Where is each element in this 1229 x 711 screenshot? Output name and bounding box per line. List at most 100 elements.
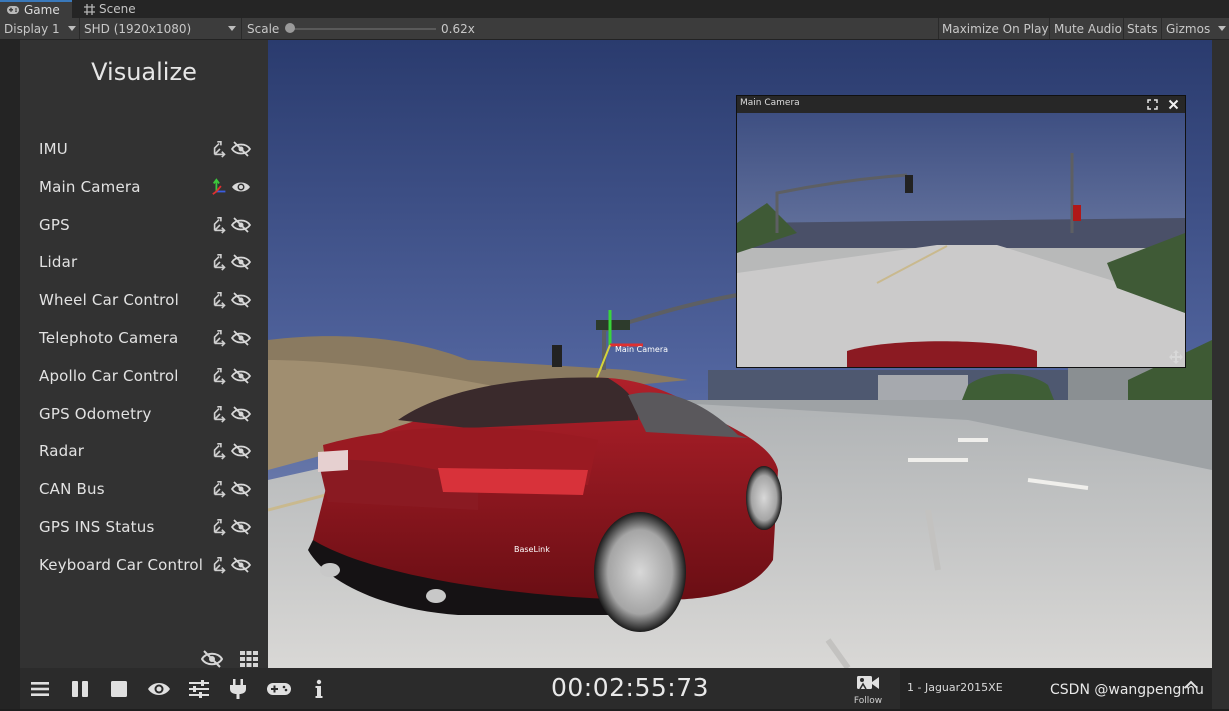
settings-sliders-icon[interactable]: [188, 679, 210, 699]
tab-game[interactable]: Game: [0, 0, 72, 18]
grid-icon: [84, 3, 95, 15]
hide-all-eye-icon[interactable]: [201, 650, 223, 668]
visualize-item-wheel-car-control[interactable]: Wheel Car Control: [20, 285, 268, 315]
visualize-item-keyboard-car-control[interactable]: Keyboard Car Control: [20, 550, 268, 580]
scale-slider-track[interactable]: [286, 28, 436, 30]
editor-tab-bar: Game Scene: [0, 0, 1229, 19]
scale-slider-handle[interactable]: [285, 23, 295, 33]
camera-preview-title: Main Camera: [740, 98, 800, 108]
close-icon[interactable]: [1168, 99, 1179, 110]
eye-off-icon[interactable]: [231, 367, 251, 385]
gizmos-dropdown[interactable]: Gizmos: [1166, 18, 1226, 39]
sensor-label: Main Camera: [615, 345, 668, 354]
visualize-item-label: GPS: [39, 215, 70, 234]
axis-gizmo-icon[interactable]: [211, 216, 229, 234]
eye-off-icon[interactable]: [231, 140, 251, 158]
axis-gizmo-icon[interactable]: [211, 405, 229, 423]
gamepad-icon: [6, 5, 20, 15]
eye-off-icon[interactable]: [231, 329, 251, 347]
visualize-item-label: Apollo Car Control: [39, 366, 179, 385]
vertical-scrollbar[interactable]: [1212, 40, 1229, 709]
visualize-item-lidar[interactable]: Lidar: [20, 247, 268, 277]
maximize-on-play-button[interactable]: Maximize On Play: [942, 18, 1049, 39]
visualize-item-radar[interactable]: Radar: [20, 436, 268, 466]
pause-icon[interactable]: [69, 679, 91, 699]
simulation-timer: 00:02:55:73: [551, 673, 710, 702]
visualize-item-can-bus[interactable]: CAN Bus: [20, 474, 268, 504]
eye-off-icon[interactable]: [231, 216, 251, 234]
eye-off-icon[interactable]: [231, 518, 251, 536]
chevron-down-icon: [1218, 26, 1226, 31]
watermark-text: CSDN @wangpengmu: [1050, 682, 1204, 698]
simulation-scene[interactable]: Main Camera BaseLink Main Camera: [268, 40, 1212, 668]
menu-icon[interactable]: [29, 679, 51, 699]
visualize-item-apollo-car-control[interactable]: Apollo Car Control: [20, 361, 268, 391]
axis-gizmo-icon[interactable]: [211, 253, 229, 272]
axis-gizmo-icon[interactable]: [211, 291, 229, 309]
display-dropdown-label: Display 1: [4, 21, 60, 36]
axis-gizmo-active-icon[interactable]: [211, 178, 229, 196]
axis-gizmo-icon[interactable]: [211, 329, 229, 347]
visualize-eye-icon[interactable]: [148, 679, 170, 699]
visualize-item-label: Lidar: [39, 253, 78, 272]
eye-off-icon[interactable]: [231, 253, 251, 271]
resolution-dropdown[interactable]: SHD (1920x1080): [84, 18, 240, 39]
camera-preview-image: [737, 113, 1185, 367]
vehicle-selector[interactable]: 1 - Jaguar2015XE CSDN @wangpengmu: [900, 668, 1212, 709]
visualize-item-label: CAN Bus: [39, 480, 105, 499]
game-view-margin: [0, 40, 20, 709]
follow-camera-button[interactable]: Follow: [848, 674, 888, 708]
maximize-icon[interactable]: [1147, 99, 1158, 110]
camera-preview-window[interactable]: Main Camera: [736, 95, 1186, 368]
follow-label: Follow: [853, 696, 883, 706]
mute-audio-button[interactable]: Mute Audio: [1054, 18, 1122, 39]
display-dropdown[interactable]: Display 1: [4, 18, 78, 39]
eye-icon[interactable]: [231, 178, 251, 196]
visualize-item-label: Wheel Car Control: [39, 291, 179, 310]
resolution-dropdown-label: SHD (1920x1080): [84, 21, 192, 36]
chevron-down-icon: [228, 26, 236, 31]
eye-off-icon[interactable]: [231, 480, 251, 498]
visualize-item-gps[interactable]: GPS: [20, 210, 268, 240]
stats-button[interactable]: Stats: [1127, 18, 1158, 39]
visualize-item-label: Radar: [39, 442, 85, 461]
info-icon[interactable]: [308, 679, 330, 699]
axis-gizmo-icon[interactable]: [211, 140, 229, 158]
grid-layout-icon[interactable]: [240, 651, 258, 667]
game-view-toolbar: Display 1 SHD (1920x1080) Scale 0.62x Ma…: [0, 18, 1229, 40]
eye-off-icon[interactable]: [231, 291, 251, 309]
eye-off-icon[interactable]: [231, 556, 251, 574]
visualize-item-gps-odometry[interactable]: GPS Odometry: [20, 399, 268, 429]
visualize-item-imu[interactable]: IMU: [20, 134, 268, 164]
tab-scene[interactable]: Scene: [78, 0, 142, 18]
tab-scene-label: Scene: [99, 2, 136, 16]
plug-icon[interactable]: [227, 679, 249, 699]
baselink-label: BaseLink: [514, 545, 550, 554]
stop-icon[interactable]: [108, 679, 130, 699]
axis-gizmo-icon[interactable]: [211, 480, 229, 498]
move-handle-icon[interactable]: [1169, 350, 1183, 364]
visualize-item-telephoto-camera[interactable]: Telephoto Camera: [20, 323, 268, 353]
axis-gizmo-icon[interactable]: [211, 442, 229, 461]
axis-gizmo-icon[interactable]: [211, 518, 229, 536]
visualize-item-main-camera[interactable]: Main Camera: [20, 172, 268, 202]
tab-game-label: Game: [24, 3, 60, 17]
gamepad-icon[interactable]: [266, 679, 292, 699]
visualize-item-label: Keyboard Car Control: [39, 555, 204, 574]
visualize-item-label: IMU: [39, 140, 68, 158]
visualize-item-gps-ins-status[interactable]: GPS INS Status: [20, 512, 268, 542]
panel-title: Visualize: [91, 58, 197, 86]
gizmos-label: Gizmos: [1166, 21, 1211, 36]
eye-off-icon[interactable]: [231, 405, 251, 423]
chevron-up-icon: [1184, 680, 1198, 689]
simulator-bottom-bar: 00:02:55:73 Follow 1 - Jaguar2015XE CSDN…: [20, 668, 1212, 709]
eye-off-icon[interactable]: [231, 442, 251, 460]
scale-value: 0.62x: [441, 21, 475, 36]
camera-preview-header[interactable]: Main Camera: [737, 96, 1185, 113]
visualize-item-label: GPS Odometry: [39, 404, 152, 423]
axis-gizmo-icon[interactable]: [211, 367, 229, 385]
visualize-item-label: Main Camera: [39, 177, 141, 196]
visualize-panel: Visualize IMU Main Camera GPS Lidar Wheel Ca…: [20, 40, 268, 668]
visualize-item-label: Telephoto Camera: [39, 329, 179, 347]
axis-gizmo-icon[interactable]: [211, 556, 229, 574]
